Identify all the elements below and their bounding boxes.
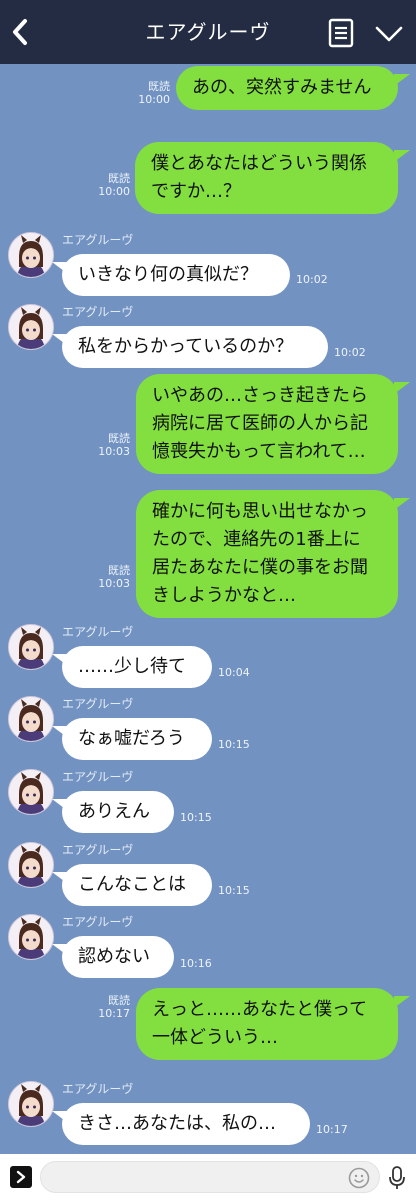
expand-menu-button[interactable] <box>10 1166 32 1188</box>
bubble-tail <box>394 498 410 510</box>
avatar-image <box>9 625 53 669</box>
bubble-tail <box>394 382 410 394</box>
message-input[interactable] <box>40 1161 380 1193</box>
avatar[interactable] <box>8 232 54 278</box>
message-bubble-sent: いやあの…さっき起きたら 病院に居て医師の人から記 憶喪失かもって言われて… <box>136 374 398 474</box>
message-bubble-sent: あの、突然すみません <box>176 66 398 110</box>
avatar-image <box>9 697 53 741</box>
avatar-image <box>9 1082 53 1126</box>
bubble-tail <box>52 872 68 884</box>
message-bubble-received: 私をからかっているのか？ <box>62 326 328 368</box>
message-bubble-received: いきなり何の真似だ？ <box>62 254 290 296</box>
microphone-icon[interactable] <box>388 1165 406 1191</box>
bubble-tail <box>394 996 410 1008</box>
avatar[interactable] <box>8 842 54 888</box>
avatar-image <box>9 915 53 959</box>
timestamp: 10:15 <box>218 738 250 751</box>
sender-name: エアグルーヴ <box>62 770 134 784</box>
sender-name: エアグルーヴ <box>62 843 134 857</box>
bubble-tail <box>394 74 410 86</box>
read-receipt: 既読 10:00 <box>138 80 170 106</box>
message-bubble-received: こんなことは <box>62 864 212 906</box>
bubble-tail <box>52 262 68 274</box>
message-bubble-received: なぁ嘘だろう <box>62 718 212 760</box>
sender-name: エアグルーヴ <box>62 915 134 929</box>
message-bubble-sent: 僕とあなたはどういう関係 ですか…？ <box>135 142 398 214</box>
bubble-tail <box>52 334 68 346</box>
sender-name: エアグルーヴ <box>62 697 134 711</box>
avatar-image <box>9 233 53 277</box>
avatar[interactable] <box>8 696 54 742</box>
message-bubble-sent: えっと……あなたと僕って 一体どういう… <box>136 988 398 1060</box>
message-bubble-received: ……少し待て <box>62 646 212 688</box>
timestamp: 10:15 <box>218 884 250 897</box>
timestamp: 10:04 <box>218 666 250 679</box>
avatar[interactable] <box>8 914 54 960</box>
read-receipt: 既読 10:17 <box>98 994 130 1020</box>
read-receipt: 既読 10:03 <box>98 432 130 458</box>
smiley-icon[interactable] <box>348 1167 370 1189</box>
bubble-tail <box>394 150 410 162</box>
note-icon[interactable] <box>327 18 355 48</box>
sender-name: エアグルーヴ <box>62 625 134 639</box>
timestamp: 10:17 <box>316 1123 348 1136</box>
sender-name: エアグルーヴ <box>62 1082 134 1096</box>
sender-name: エアグルーヴ <box>62 305 134 319</box>
avatar[interactable] <box>8 1081 54 1127</box>
bubble-tail <box>52 944 68 956</box>
bubble-tail <box>52 799 68 811</box>
bubble-tail <box>52 726 68 738</box>
bubble-tail <box>52 654 68 666</box>
chevron-right-icon <box>16 1170 26 1184</box>
read-receipt: 既読 10:00 <box>98 172 130 198</box>
sender-name: エアグルーヴ <box>62 233 134 247</box>
message-input-bar <box>0 1154 416 1200</box>
message-bubble-received: ありえん <box>62 791 174 833</box>
avatar-image <box>9 843 53 887</box>
read-receipt: 既読 10:03 <box>98 564 130 590</box>
back-icon[interactable] <box>6 14 36 50</box>
avatar[interactable] <box>8 624 54 670</box>
avatar[interactable] <box>8 769 54 815</box>
timestamp: 10:02 <box>296 273 328 286</box>
message-bubble-received: 認めない <box>62 936 174 978</box>
timestamp: 10:16 <box>180 957 212 970</box>
avatar[interactable] <box>8 304 54 350</box>
message-bubble-received: きさ…あなたは、私の… <box>62 1103 310 1145</box>
timestamp: 10:02 <box>334 346 366 359</box>
timestamp: 10:15 <box>180 811 212 824</box>
chat-header: エアグルーヴ <box>0 0 416 64</box>
avatar-image <box>9 770 53 814</box>
bubble-tail <box>52 1111 68 1123</box>
message-bubble-sent: 確かに何も思い出せなかっ たので、連絡先の1番上に 居たあなたに僕の事をお聞 き… <box>136 490 398 618</box>
avatar-image <box>9 305 53 349</box>
chevron-down-icon[interactable] <box>374 22 404 46</box>
